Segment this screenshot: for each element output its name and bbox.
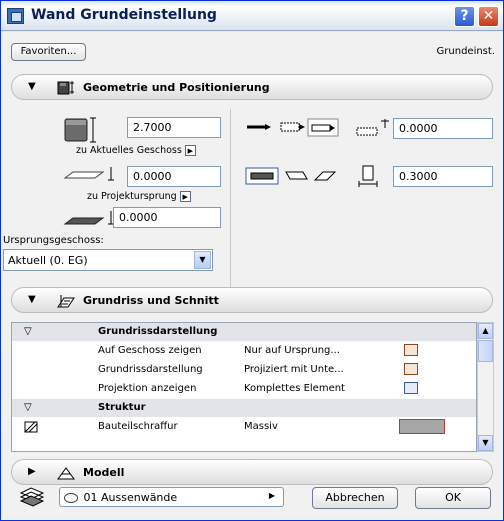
geometry-section-icon [57,81,74,95]
row-value[interactable]: Nur auf Ursprung... [244,345,340,356]
section-model[interactable]: ▶ Modell [11,459,493,485]
wall-slant-icon [356,119,389,136]
scroll-thumb[interactable] [478,340,493,362]
table-row[interactable]: Auf Geschoss zeigen Nur auf Ursprung... [12,342,476,360]
origin-story-label: Ursprungsgeschoss: [3,235,104,246]
title-bar[interactable]: Wand Grundeinstellung ? ✕ [1,1,503,31]
app-icon [7,8,24,24]
table-row[interactable]: Grundrissdarstellung Projiziert mit Unte… [12,361,476,379]
row-label: Projektion anzeigen [98,383,197,394]
hatch-icon [24,421,38,436]
expand-arrow-icon[interactable]: ▶ [28,466,36,477]
menu-arrow-icon[interactable]: ▶ [269,491,275,500]
thickness-input[interactable]: 0.3000 [393,166,493,187]
dialog-content: Favoriten... Grundeinst. ▼ Geometrie und… [1,32,503,520]
layer-selector[interactable]: 01 Aussenwände ▶ [59,487,284,507]
story-link-icon[interactable]: ▶ [184,145,196,156]
story-display-icon[interactable] [404,344,418,359]
group-label: Struktur [98,402,146,413]
section-geometry[interactable]: ▼ Geometrie und Positionierung [11,74,493,100]
scroll-up-icon[interactable]: ▲ [478,323,493,339]
wall-height-icon [64,117,96,143]
settings-table: ▽ Grundrissdarstellung Auf Geschoss zeig… [11,322,477,452]
settings-mode-label: Grundeinst. [436,46,495,57]
project-link-icon[interactable]: ▶ [179,191,191,202]
wall-base-icon [63,167,114,181]
floorplan-section-icon [57,295,75,308]
to-project-text: zu Projektursprung [87,191,177,202]
layer-name: 01 Aussenwände [83,491,178,504]
reference-line-icons[interactable] [245,118,341,138]
row-value[interactable]: Komplettes Element [244,383,345,394]
table-group-row[interactable]: ▽ Grundrissdarstellung [12,323,476,341]
model-section-icon [57,467,75,480]
row-label: Auf Geschoss zeigen [98,345,202,356]
dropdown-arrow-icon[interactable]: ▼ [194,251,211,269]
help-button[interactable]: ? [454,6,475,27]
table-group-row[interactable]: ▽ Struktur [12,399,476,417]
table-row[interactable]: Bauteilschraffur Massiv [12,418,476,436]
to-story-text: zu Aktuelles Geschoss [76,145,182,156]
wall-structure-icons[interactable] [245,167,341,185]
collapse-arrow-icon[interactable]: ▼ [28,81,36,92]
dialog-window: Wand Grundeinstellung ? ✕ Favoriten... G… [0,0,504,521]
row-value[interactable]: Projiziert mit Unte... [244,364,344,375]
collapse-arrow-icon[interactable]: ▼ [28,294,36,305]
to-project-label: zu Projektursprung ▶ [87,191,191,202]
group-label: Grundrissdarstellung [98,326,218,337]
close-button[interactable]: ✕ [478,6,499,27]
element-display-icon[interactable] [404,382,418,397]
row-value[interactable]: Massiv [244,421,278,432]
base-offset-input[interactable]: 0.0000 [127,166,221,187]
expand-icon[interactable]: ▽ [24,402,32,413]
table-row[interactable]: Projektion anzeigen Komplettes Element [12,380,476,398]
expand-icon[interactable]: ▽ [24,326,32,337]
row-label: Grundrissdarstellung [98,364,203,375]
project-offset-input[interactable]: 0.0000 [113,207,221,228]
wall-offset-icon [63,211,114,225]
wall-height-input[interactable]: 2.7000 [127,117,221,138]
section-geometry-title: Geometrie und Positionierung [83,81,270,94]
scroll-down-icon[interactable]: ▼ [478,435,493,451]
projection-display-icon[interactable] [404,363,418,378]
section-floorplan[interactable]: ▼ Grundriss und Schnitt [11,287,493,313]
table-scrollbar[interactable]: ▲ ▼ [477,322,494,452]
fill-color-swatch[interactable] [399,419,445,434]
cancel-button[interactable]: Abbrechen [312,487,398,509]
wall-thickness-icon [358,165,378,187]
favorites-button[interactable]: Favoriten... [11,43,86,61]
section-model-title: Modell [83,466,125,479]
window-title: Wand Grundeinstellung [31,7,217,23]
origin-story-value: Aktuell (0. EG) [8,254,88,267]
geometry-divider [230,109,231,304]
origin-story-dropdown[interactable]: Aktuell (0. EG) ▼ [3,249,213,271]
to-story-label: zu Aktuelles Geschoss ▶ [76,145,196,156]
row-label: Bauteilschraffur [98,421,178,432]
layer-icon [19,487,45,507]
layer-selector-box[interactable]: 01 Aussenwände ▶ [59,487,284,507]
section-floorplan-title: Grundriss und Schnitt [83,294,219,307]
ok-button[interactable]: OK [415,487,491,509]
slant-input[interactable]: 0.0000 [393,118,493,139]
eye-icon [64,493,78,503]
